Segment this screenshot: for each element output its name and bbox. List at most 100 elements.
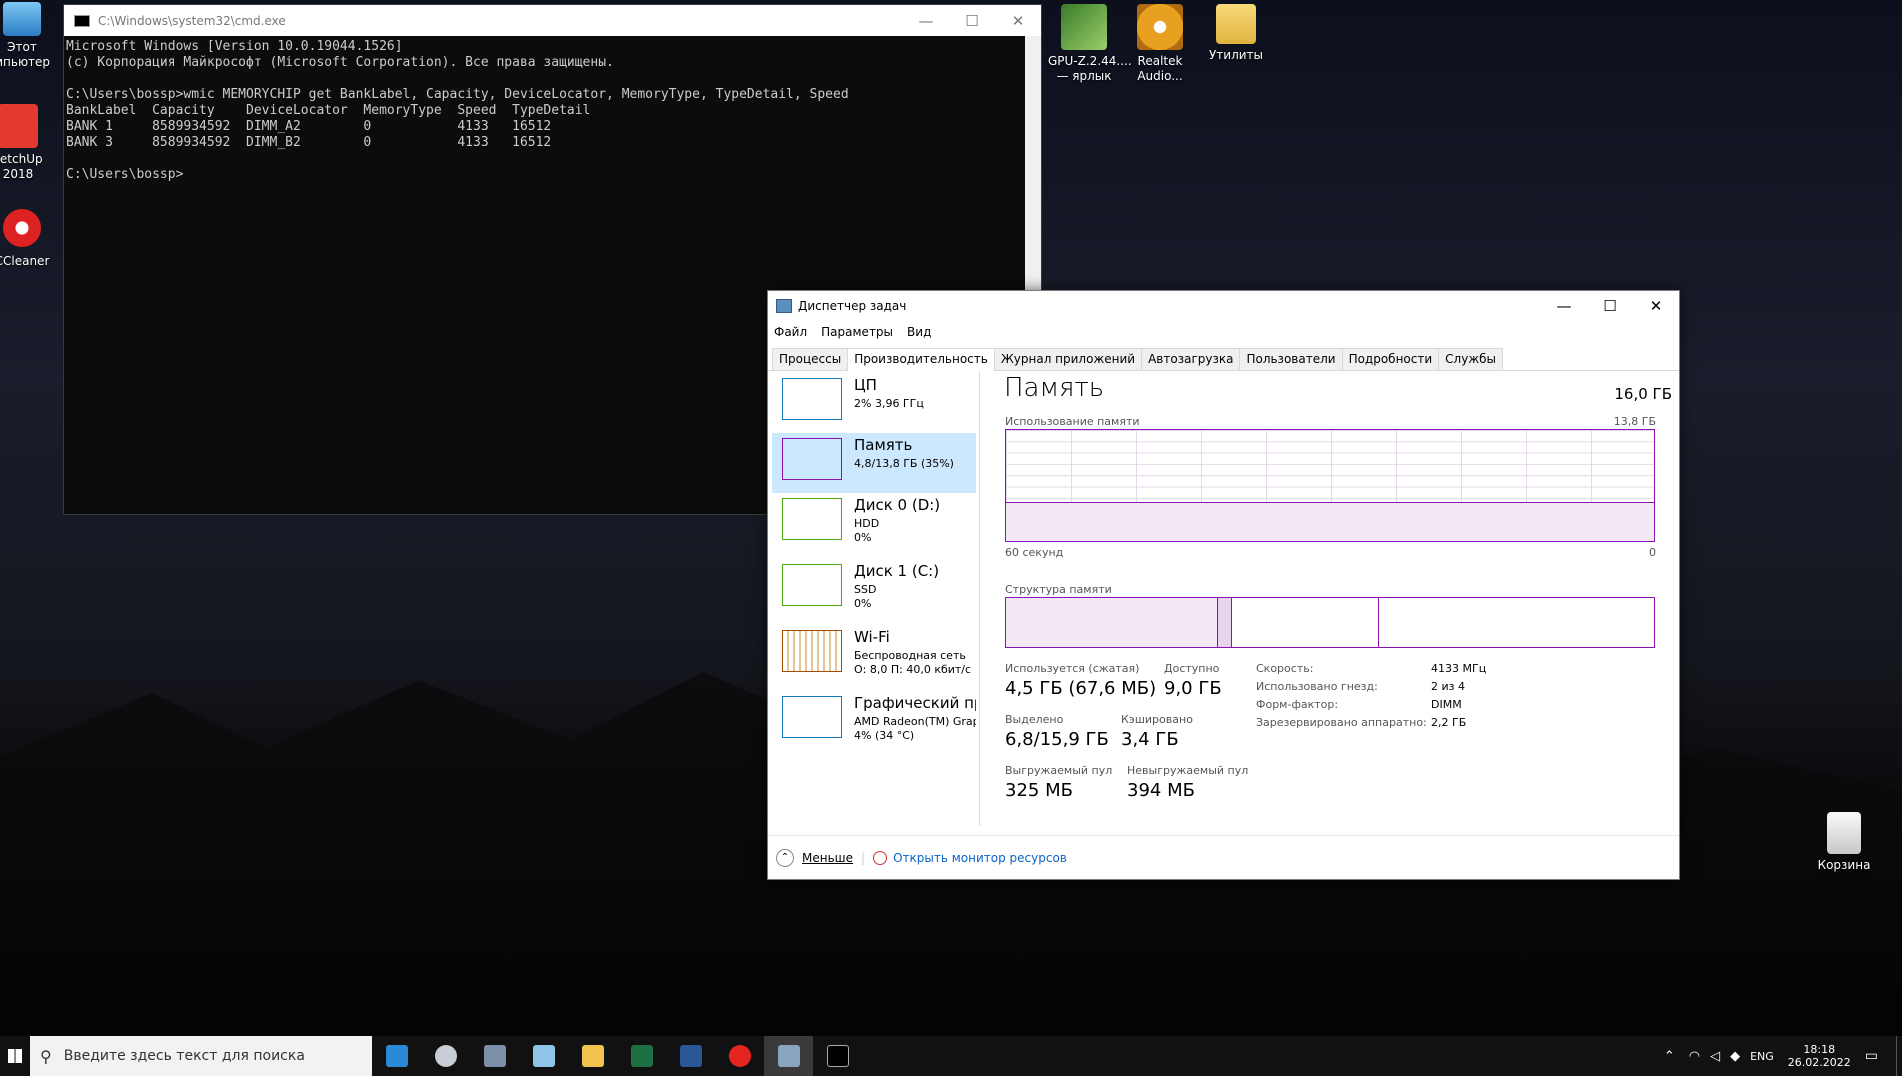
sidebar-item-value: 4,8/13,8 ГБ (35%) [854,457,954,470]
minimize-button[interactable]: — [903,12,949,30]
desktop-icon-label: GPU-Z.2.44.... — ярлык [1048,54,1132,83]
sidebar-item-label: ЦП [854,376,877,394]
usage-graph-max: 13,8 ГБ [1613,415,1656,428]
stat-nonpaged-label: Невыгружаемый пул [1127,764,1249,777]
desktop-icon-realtek[interactable]: Realtek Audio... [1124,4,1196,84]
cmd-title: C:\Windows\system32\cmd.exe [98,13,286,28]
show-desktop-button[interactable] [1896,1036,1902,1076]
fewer-details-link[interactable]: Меньше [802,851,853,865]
minimize-button[interactable]: — [1541,297,1587,315]
stat-in-use-value: 4,5 ГБ (67,6 МБ) [1005,678,1157,699]
memory-usage-graph [1005,429,1655,542]
sidebar-item-type: SSD [854,583,877,596]
tab-performance[interactable]: Производительность [847,348,995,371]
close-button[interactable]: ✕ [995,12,1041,30]
desktop-icon-gpuz[interactable]: GPU-Z.2.44.... — ярлык [1048,4,1132,84]
stat-committed-value: 6,8/15,9 ГБ [1005,729,1109,750]
search-box[interactable]: ⚲ Введите здесь текст для поиска [30,1036,372,1076]
sidebar-item-disk-0[interactable]: Диск 0 (D:) HDD 0% [772,493,976,553]
desktop-icon-recycle-bin[interactable]: Корзина [1808,812,1880,873]
graph-time-zero: 0 [1649,546,1656,559]
desktop-icon-label: CCleaner [0,254,50,268]
desktop-icon-sketchup[interactable]: ketchUp 2018 [0,104,54,182]
gpuz-icon [1061,4,1107,50]
clock[interactable]: 18:18 26.02.2022 [1788,1043,1851,1069]
detail-speed-value: 4133 МГц [1431,662,1487,675]
tab-services[interactable]: Службы [1438,348,1504,370]
tab-processes[interactable]: Процессы [772,348,849,370]
sidebar-item-memory[interactable]: Память 4,8/13,8 ГБ (35%) [772,433,976,493]
tm-titlebar[interactable]: Диспетчер задач — ☐ ✕ [768,291,1679,321]
volume-icon[interactable]: ◁ [1710,1049,1720,1064]
stat-paged-value: 325 МБ [1005,780,1073,801]
desktop-icon-ccleaner[interactable]: CCleaner [0,206,58,269]
sidebar-item-gpu[interactable]: Графический про AMD Radeon(TM) Graph 4% … [772,691,976,751]
taskbar-app-calculator[interactable] [470,1036,519,1076]
task-view-icon [385,1045,408,1067]
stat-available-label: Доступно [1164,662,1220,675]
composition-modified[interactable] [1218,598,1232,647]
menu-options[interactable]: Параметры [821,325,893,339]
notification-icon[interactable]: ▭ [1865,1048,1878,1064]
menu-file[interactable]: Файл [774,325,807,339]
clock-time: 18:18 [1803,1043,1836,1056]
desktop-icon-utilities[interactable]: Утилиты [1200,4,1272,63]
taskbar-app-explorer[interactable] [568,1036,617,1076]
sidebar-item-label: Графический про [854,694,976,712]
stat-cached-label: Кэшировано [1121,713,1193,726]
tab-app-history[interactable]: Журнал приложений [993,348,1143,370]
stat-cached-value: 3,4 ГБ [1121,729,1179,750]
chevron-up-icon[interactable]: ⌃ [776,848,794,867]
close-button[interactable]: ✕ [1633,297,1679,315]
sidebar-item-label: Память [854,436,913,454]
taskbar-app-task-manager[interactable] [764,1036,813,1076]
detail-slots-label: Использовано гнезд: [1256,680,1378,693]
taskbar-app-task-view[interactable] [372,1036,421,1076]
stat-paged-label: Выгружаемый пул [1005,764,1113,777]
taskbar-app-excel[interactable] [617,1036,666,1076]
cmd-titlebar[interactable]: C:\Windows\system32\cmd.exe — ☐ ✕ [64,5,1041,36]
usage-graph-label: Использование памяти [1005,415,1140,428]
task-manager-window[interactable]: Диспетчер задач — ☐ ✕ Файл Параметры Вид… [767,290,1680,880]
memory-total: 16,0 ГБ [1614,385,1672,403]
start-button[interactable] [0,1036,30,1076]
sidebar-item-disk-1[interactable]: Диск 1 (C:) SSD 0% [772,559,976,619]
disk-thumbnail [782,564,842,606]
tab-startup[interactable]: Автозагрузка [1141,348,1241,370]
stat-in-use-label: Используется (сжатая) [1005,662,1140,675]
maximize-button[interactable]: ☐ [1587,297,1633,315]
composition-free[interactable] [1379,598,1654,647]
app-icon [532,1045,555,1067]
folder-icon [581,1045,604,1067]
composition-in-use[interactable] [1006,598,1218,647]
taskbar-app-cmd[interactable] [813,1036,862,1076]
cpu-thumbnail [782,378,842,420]
chevron-up-icon[interactable]: ⌃ [1664,1049,1675,1064]
memory-composition-bar[interactable] [1005,597,1655,648]
composition-standby[interactable] [1232,598,1379,647]
taskbar-app-4[interactable] [519,1036,568,1076]
network-icon[interactable]: ◠ [1689,1049,1700,1064]
taskbar: ⚲ Введите здесь текст для поиска ⌃ ◠ ◁ ◆… [0,1036,1902,1076]
search-icon: ⚲ [40,1046,52,1066]
folder-icon [1216,4,1256,44]
taskbar-app-yandex[interactable] [715,1036,764,1076]
sidebar-item-value: 0% [854,597,872,610]
tab-details[interactable]: Подробности [1341,348,1440,370]
taskbar-app-2[interactable] [421,1036,470,1076]
taskbar-app-word[interactable] [666,1036,715,1076]
open-resource-monitor-link[interactable]: Открыть монитор ресурсов [893,851,1067,865]
sketchup-icon [0,104,38,148]
stat-available-value: 9,0 ГБ [1164,678,1222,699]
desktop-icon-this-pc[interactable]: Этот мпьютер [0,2,58,70]
word-icon [679,1045,702,1067]
dropbox-icon[interactable]: ◆ [1730,1049,1740,1064]
realtek-audio-icon [1137,4,1183,50]
stat-committed-label: Выделено [1005,713,1064,726]
sidebar-item-cpu[interactable]: ЦП 2% 3,96 ГГц [772,373,976,433]
language-indicator[interactable]: ENG [1750,1050,1774,1063]
sidebar-item-wifi[interactable]: Wi-Fi Беспроводная сеть О: 8,0 П: 40,0 к… [772,625,976,685]
menu-view[interactable]: Вид [907,325,931,339]
tab-users[interactable]: Пользователи [1239,348,1343,370]
maximize-button[interactable]: ☐ [949,12,995,30]
